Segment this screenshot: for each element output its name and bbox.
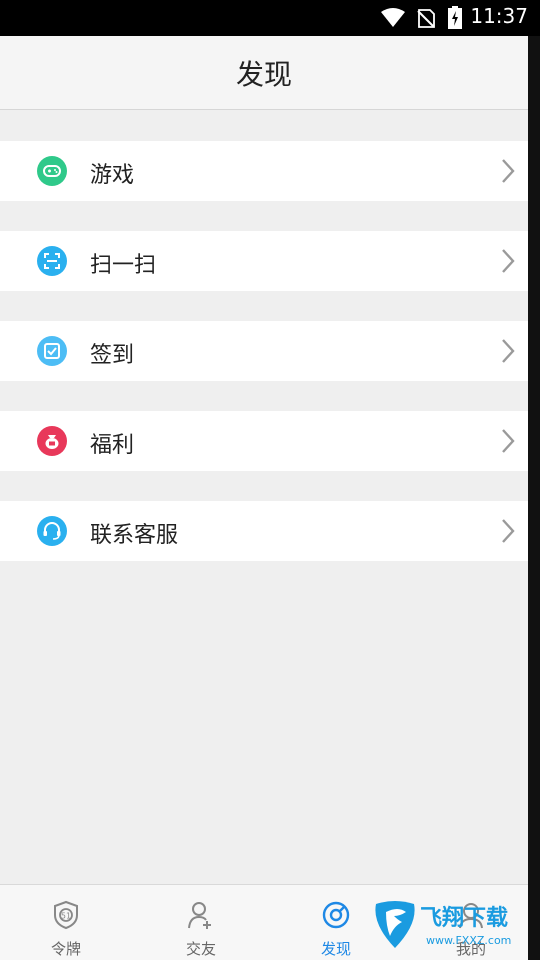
watermark-url: www.FXXZ.com xyxy=(426,934,512,947)
tab-label: 令牌 xyxy=(50,940,81,958)
menu-item-label: 游戏 xyxy=(90,163,135,188)
gamepad-icon xyxy=(37,156,67,186)
page-header: 发现 xyxy=(0,36,528,110)
menu-item-welfare[interactable]: 福利 xyxy=(0,411,528,471)
gift-bag-icon xyxy=(37,426,67,456)
menu-item-checkin[interactable]: 签到 xyxy=(0,321,528,381)
svg-text:51: 51 xyxy=(61,912,71,921)
menu-item-scan[interactable]: 扫一扫 xyxy=(0,231,528,291)
status-bar: 11:37 xyxy=(0,0,540,36)
watermark-text: 飞翔下载 xyxy=(420,906,509,931)
token-shield-icon: 51 xyxy=(50,899,82,931)
chevron-right-icon xyxy=(500,427,516,459)
screen-edge-strip xyxy=(528,0,540,960)
watermark-logo: 飞翔下载 www.FXXZ.com xyxy=(372,898,528,954)
add-friend-icon xyxy=(185,899,217,931)
menu-item-label: 福利 xyxy=(90,433,135,458)
tab-token[interactable]: 51 令牌 xyxy=(0,885,132,960)
discover-icon xyxy=(320,899,352,931)
watermark-emblem-icon xyxy=(375,901,415,948)
menu-item-label: 扫一扫 xyxy=(90,253,157,278)
chevron-right-icon xyxy=(500,337,516,369)
menu-item-label: 签到 xyxy=(90,343,135,368)
tab-friends[interactable]: 交友 xyxy=(135,885,267,960)
chevron-right-icon xyxy=(500,247,516,279)
status-time: 11:37 xyxy=(470,4,528,28)
chevron-right-icon xyxy=(500,157,516,189)
scan-icon xyxy=(37,246,67,276)
menu-item-games[interactable]: 游戏 xyxy=(0,141,528,201)
chevron-right-icon xyxy=(500,517,516,549)
app-screen: 发现 游戏 扫一扫 签到 福利 联系客服 51 令牌 交友 发现 我的 飞翔下载… xyxy=(0,0,528,960)
menu-item-label: 联系客服 xyxy=(90,523,179,548)
checkin-icon xyxy=(37,336,67,366)
no-signal-icon xyxy=(416,8,436,32)
tab-label: 交友 xyxy=(185,940,216,958)
headset-icon xyxy=(37,516,67,546)
wifi-icon xyxy=(380,8,406,32)
menu-item-customer-service[interactable]: 联系客服 xyxy=(0,501,528,561)
battery-charging-icon xyxy=(447,6,463,34)
page-title: 发现 xyxy=(235,58,292,91)
